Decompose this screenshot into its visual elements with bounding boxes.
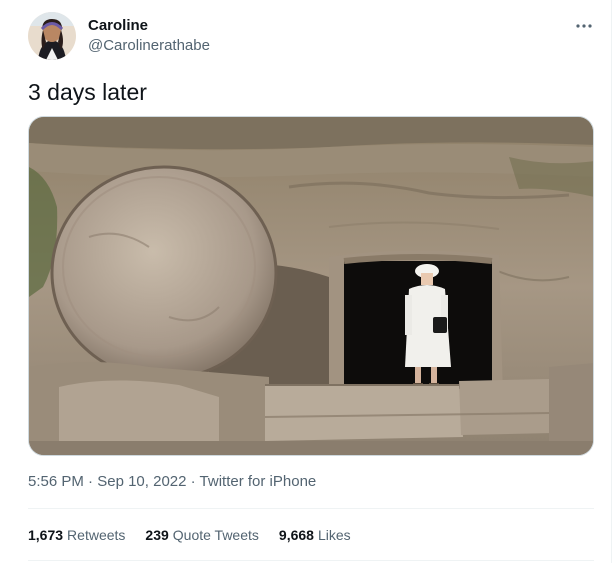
- avatar-image: [28, 12, 76, 60]
- likes-label: Likes: [317, 527, 351, 543]
- display-name[interactable]: Caroline: [88, 16, 148, 36]
- tweet-text: 3 days later: [28, 79, 147, 105]
- divider: [28, 508, 594, 509]
- retweets-stat[interactable]: 1,673 Retweets: [28, 525, 125, 545]
- meta-separator: ·: [190, 473, 196, 490]
- retweets-label: Retweets: [67, 527, 126, 543]
- quote-tweets-stat[interactable]: 239 Quote Tweets: [145, 525, 259, 545]
- tweet-detail: Caroline @Carolinerathabe 3 days later 5…: [0, 0, 614, 563]
- tomb-photo: [29, 117, 593, 455]
- more-options-button[interactable]: [570, 14, 598, 38]
- divider: [28, 560, 594, 561]
- column-border: [611, 0, 612, 563]
- meta-separator: ·: [88, 473, 94, 490]
- tweet-stats: 1,673 Retweets 239 Quote Tweets 9,668 Li…: [28, 525, 351, 545]
- avatar[interactable]: [28, 12, 76, 60]
- tweet-client[interactable]: Twitter for iPhone: [200, 473, 317, 490]
- more-icon: [576, 24, 592, 28]
- tweet-meta: 5:56 PM · Sep 10, 2022 · Twitter for iPh…: [28, 472, 316, 492]
- likes-count: 9,668: [278, 527, 314, 543]
- tweet-date[interactable]: Sep 10, 2022: [97, 473, 186, 490]
- user-handle[interactable]: @Carolinerathabe: [88, 36, 210, 56]
- likes-stat[interactable]: 9,668 Likes: [279, 525, 351, 545]
- quote-tweets-label: Quote Tweets: [172, 527, 259, 543]
- tweet-time[interactable]: 5:56 PM: [28, 473, 84, 490]
- tweet-media[interactable]: [28, 116, 594, 456]
- quote-tweets-count: 239: [145, 527, 169, 543]
- retweets-count: 1,673: [28, 527, 64, 543]
